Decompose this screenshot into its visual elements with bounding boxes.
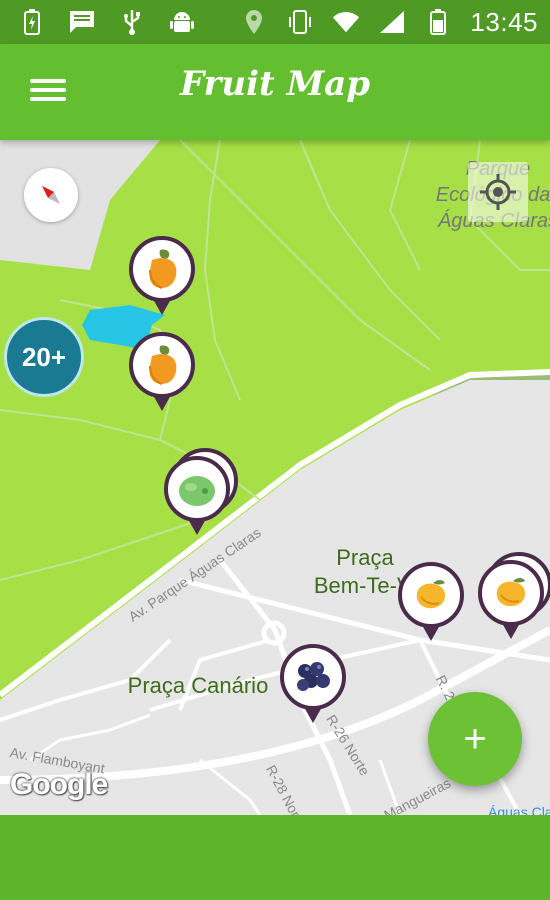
pin-head — [398, 562, 464, 628]
pin-tail — [304, 707, 322, 723]
pin-head — [129, 332, 195, 398]
pin-head — [280, 644, 346, 710]
clock: 13:45 — [470, 7, 538, 37]
jabuticaba-icon — [297, 662, 330, 691]
system-icons: 13:45 — [240, 8, 538, 36]
vibrate-icon — [286, 8, 314, 36]
android-icon — [168, 8, 196, 36]
bottom-bar — [0, 815, 550, 900]
message-icon — [68, 8, 96, 36]
map-label-praca-canario: Praça Canário — [127, 673, 269, 698]
app-bar: Fruit Map — [0, 44, 550, 140]
fruit-pin-mango[interactable] — [478, 552, 550, 644]
fruit-pin-guava[interactable] — [164, 448, 238, 540]
mango-icon — [416, 580, 446, 609]
marker-cluster[interactable]: 20+ — [4, 317, 84, 397]
fruit-pin-cashew[interactable] — [129, 236, 195, 320]
usb-icon — [118, 8, 146, 36]
fruit-pin-mango[interactable] — [398, 562, 464, 646]
compass-button[interactable] — [24, 168, 78, 222]
fruit-pin-cashew[interactable] — [129, 332, 195, 416]
pin-tail — [153, 299, 171, 315]
status-bar: 13:45 — [0, 0, 550, 44]
add-fruit-button[interactable]: + — [428, 692, 522, 786]
location-icon — [240, 8, 268, 36]
pin-head — [129, 236, 195, 302]
pin-tail — [153, 395, 171, 411]
cashew-icon — [149, 249, 177, 289]
pin-head — [164, 456, 230, 522]
guava-icon — [179, 476, 215, 506]
pin-tail — [188, 519, 206, 535]
app-title: Fruit Map — [179, 64, 371, 104]
mango-icon — [496, 578, 526, 607]
notification-icons — [18, 8, 196, 36]
wifi-icon — [332, 8, 360, 36]
battery-icon — [424, 8, 452, 36]
pin-head — [478, 560, 544, 626]
compass-icon — [42, 186, 60, 204]
google-attribution: Google — [10, 768, 108, 801]
street-aguas: Águas Claras — [488, 804, 550, 815]
signal-icon — [378, 8, 406, 36]
my-location-button[interactable] — [468, 162, 528, 222]
map-view[interactable]: Parque Ecológico das Águas Claras Av. Pa… — [0, 140, 550, 815]
pin-tail — [422, 625, 440, 641]
fruit-pin-jabuticaba[interactable] — [280, 644, 346, 728]
my-location-icon — [480, 174, 516, 210]
battery-charging-icon — [18, 8, 46, 36]
cashew-icon — [149, 345, 177, 385]
pin-tail — [502, 623, 520, 639]
